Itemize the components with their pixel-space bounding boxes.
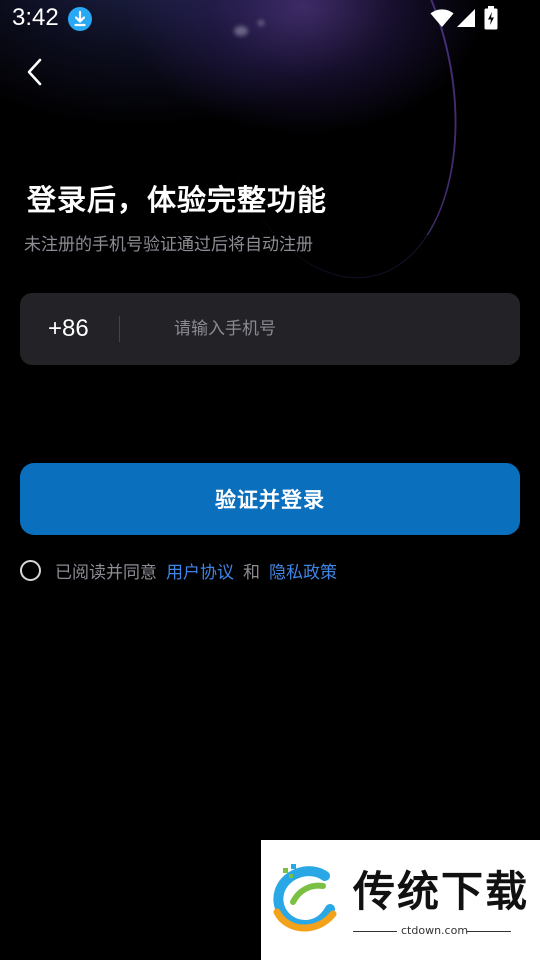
wifi-icon: [430, 8, 454, 32]
divider: [119, 316, 120, 342]
login-screen: 3:42 登录后，体验完整功能 未注册的手机号验证通过后将自动注册 +86 请输…: [0, 0, 540, 960]
watermark-name: 传统下载: [353, 867, 530, 916]
privacy-policy-link[interactable]: 隐私政策: [269, 558, 337, 583]
watermark: 传统下载 ctdown.com: [261, 840, 540, 960]
signal-icon: [456, 8, 476, 32]
status-bar: 3:42: [0, 0, 540, 36]
phone-number-input[interactable]: [170, 309, 508, 349]
agreement-prefix: 已阅读并同意: [55, 562, 157, 583]
battery-charging-icon: [484, 6, 498, 34]
country-code[interactable]: +86: [48, 315, 89, 343]
agreement-and: 和: [243, 562, 260, 583]
back-button[interactable]: [14, 52, 54, 92]
watermark-logo-icon: [273, 864, 337, 932]
watermark-line: [467, 931, 511, 932]
watermark-line: [353, 931, 397, 932]
chevron-left-icon: [27, 58, 42, 86]
download-icon: [68, 7, 92, 31]
user-agreement-link[interactable]: 用户协议: [166, 558, 234, 583]
background-glow: [0, 0, 540, 320]
page-subtitle: 未注册的手机号验证通过后将自动注册: [24, 235, 313, 255]
verify-login-button[interactable]: 验证并登录: [20, 463, 520, 535]
agreement-row: 已阅读并同意 用户协议 和 隐私政策: [20, 557, 346, 583]
page-title: 登录后，体验完整功能: [27, 183, 328, 217]
phone-input-row: +86: [20, 293, 520, 365]
agreement-checkbox[interactable]: [20, 559, 41, 581]
status-time: 3:42: [12, 4, 59, 31]
watermark-url: ctdown.com: [401, 924, 469, 937]
